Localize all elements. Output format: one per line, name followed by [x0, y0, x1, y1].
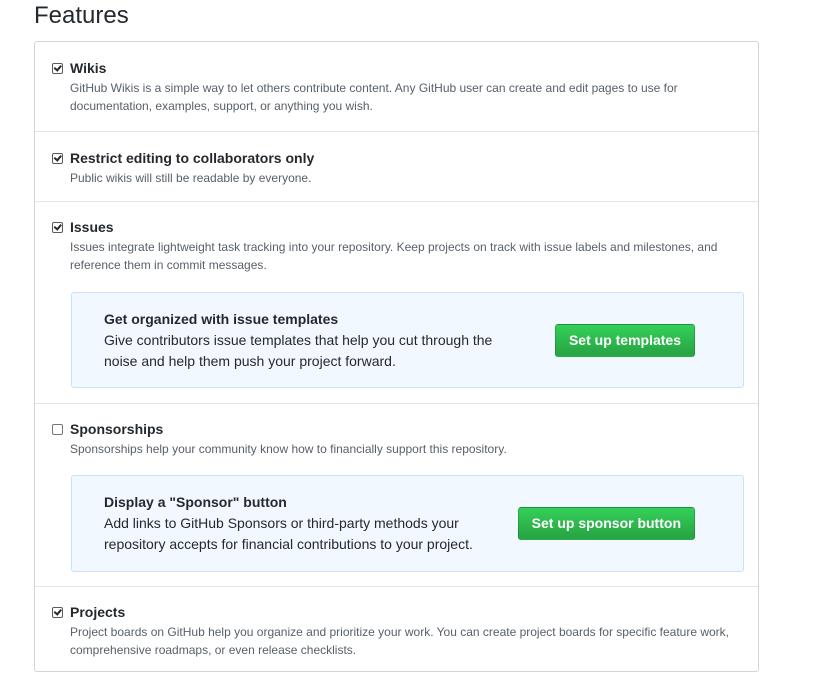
feature-restrict-editing: Restrict editing to collaborators only P…: [35, 131, 758, 201]
sponsor-button-callout-title: Display a "Sponsor" button: [104, 494, 287, 510]
wikis-description: GitHub Wikis is a simple way to let othe…: [70, 81, 678, 113]
checkmark-icon: [53, 63, 62, 72]
sponsorships-description: Sponsorships help your community know ho…: [70, 442, 507, 456]
issues-description: Issues integrate lightweight task tracki…: [70, 240, 718, 272]
issues-title: Issues: [70, 219, 114, 235]
feature-sponsorships: Sponsorships Sponsorships help your comm…: [35, 403, 758, 586]
set-up-templates-button[interactable]: Set up templates: [554, 324, 695, 357]
checkmark-icon: [53, 222, 62, 231]
feature-wikis: Wikis GitHub Wikis is a simple way to le…: [35, 42, 758, 131]
projects-title: Projects: [70, 604, 126, 620]
features-box: Wikis GitHub Wikis is a simple way to le…: [34, 41, 759, 672]
wikis-checkbox[interactable]: [52, 63, 63, 74]
sponsor-button-callout: Display a "Sponsor" button Add links to …: [71, 475, 744, 572]
checkmark-icon: [53, 153, 62, 162]
wikis-title: Wikis: [70, 60, 107, 76]
projects-checkbox[interactable]: [52, 607, 63, 618]
features-settings-page: Features Wikis GitHub Wikis is a simple …: [0, 0, 835, 681]
feature-issues: Issues Issues integrate lightweight task…: [35, 201, 758, 403]
sponsorships-title: Sponsorships: [70, 421, 164, 437]
restrict-editing-description: Public wikis will still be readable by e…: [70, 171, 312, 185]
checkmark-icon: [53, 607, 62, 616]
page-title: Features: [34, 2, 129, 29]
sponsorships-checkbox[interactable]: [52, 424, 63, 435]
restrict-editing-checkbox[interactable]: [52, 153, 63, 164]
feature-projects: Projects Project boards on GitHub help y…: [35, 586, 758, 671]
issue-templates-callout: Get organized with issue templates Give …: [71, 292, 744, 388]
sponsor-button-callout-text: Add links to GitHub Sponsors or third-pa…: [104, 515, 473, 552]
projects-description: Project boards on GitHub help you organi…: [70, 625, 730, 657]
issues-checkbox[interactable]: [52, 222, 63, 233]
issue-templates-callout-text: Give contributors issue templates that h…: [104, 332, 493, 369]
issue-templates-callout-title: Get organized with issue templates: [104, 311, 339, 327]
restrict-editing-title: Restrict editing to collaborators only: [70, 150, 315, 166]
set-up-sponsor-button[interactable]: Set up sponsor button: [517, 507, 695, 540]
